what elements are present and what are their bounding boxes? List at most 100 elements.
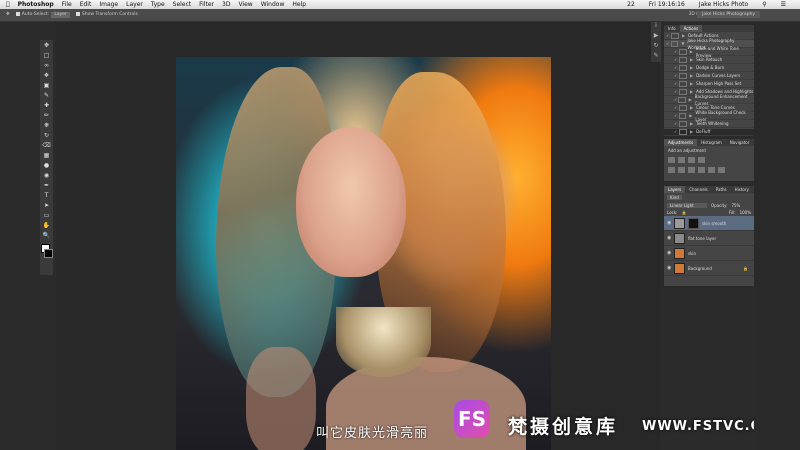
history-brush-tool-icon[interactable]: ↻ bbox=[40, 130, 53, 140]
color-balance-icon[interactable] bbox=[688, 167, 695, 173]
brightness-icon[interactable] bbox=[668, 157, 675, 163]
apple-icon[interactable]:  bbox=[6, 0, 10, 9]
menu-list-icon[interactable]: ☰ bbox=[781, 0, 786, 9]
layer-name[interactable]: flat tone layer bbox=[688, 236, 716, 241]
dialog-toggle-icon[interactable] bbox=[679, 72, 687, 79]
auto-select-checkbox[interactable] bbox=[15, 11, 20, 16]
move-tool-icon[interactable]: ✥ bbox=[40, 40, 53, 50]
exposure-icon[interactable] bbox=[698, 157, 705, 163]
zoom-tool-icon[interactable]: 🔍 bbox=[40, 230, 53, 240]
crop-tool-icon[interactable]: ▣ bbox=[40, 80, 53, 90]
collapsed-triangle-icon[interactable]: ▶ bbox=[690, 88, 693, 95]
menu-item-3d[interactable]: 3D bbox=[222, 0, 230, 9]
menu-item-window[interactable]: Window bbox=[261, 0, 285, 9]
layer-mask-thumbnail[interactable] bbox=[688, 217, 699, 229]
visibility-eye-icon[interactable]: ◉ bbox=[667, 220, 674, 226]
collapsed-triangle-icon[interactable]: ▶ bbox=[690, 128, 693, 135]
layers-tab-layers[interactable]: Layers bbox=[664, 186, 686, 193]
color-swatches[interactable] bbox=[40, 244, 53, 260]
adjustments-tab-histogram[interactable]: Histogram bbox=[697, 139, 726, 146]
dialog-toggle-icon[interactable] bbox=[679, 80, 687, 87]
lock-icon[interactable]: 🔒 bbox=[681, 210, 686, 215]
hue-saturation-icon[interactable] bbox=[678, 167, 685, 173]
layer-name[interactable]: skin smooth bbox=[702, 221, 726, 226]
collapsed-triangle-icon[interactable]: ▶ bbox=[690, 120, 693, 127]
action-item[interactable]: ✓ ▶ DeFluff bbox=[664, 128, 754, 136]
dialog-toggle-icon[interactable] bbox=[679, 128, 687, 135]
actions-tab-actions[interactable]: Actions bbox=[679, 25, 703, 32]
dialog-toggle-icon[interactable] bbox=[671, 32, 679, 39]
dialog-toggle-icon[interactable] bbox=[678, 48, 687, 55]
action-item[interactable]: ✓ ▶ Black and White Tone Preview bbox=[664, 46, 754, 58]
dialog-toggle-icon[interactable] bbox=[678, 112, 687, 119]
filter-kind-dropdown[interactable]: Kind bbox=[667, 195, 682, 200]
action-item[interactable]: ✓ ▶ Background Enhancement Curves bbox=[664, 94, 754, 106]
dialog-toggle-icon[interactable] bbox=[679, 56, 687, 63]
dialog-toggle-icon[interactable] bbox=[670, 40, 679, 47]
lasso-tool-icon[interactable]: ∞ bbox=[40, 60, 53, 70]
healing-tool-icon[interactable]: ✚ bbox=[40, 100, 53, 110]
menu-item-type[interactable]: Type bbox=[151, 0, 165, 9]
eraser-tool-icon[interactable]: ⌫ bbox=[40, 140, 53, 150]
visibility-eye-icon[interactable]: ◉ bbox=[667, 250, 674, 256]
quick-select-tool-icon[interactable]: ❖ bbox=[40, 70, 53, 80]
search-icon[interactable]: ⚲ bbox=[762, 0, 766, 9]
blend-mode-dropdown[interactable]: Linear Light bbox=[667, 203, 707, 208]
gradient-tool-icon[interactable]: ▦ bbox=[40, 150, 53, 160]
collapsed-triangle-icon[interactable]: ▶ bbox=[690, 64, 693, 71]
blur-tool-icon[interactable]: ● bbox=[40, 160, 53, 170]
collapsed-triangle-icon[interactable]: ▶ bbox=[690, 72, 693, 79]
collapsed-triangle-icon[interactable]: ▶ bbox=[690, 56, 693, 63]
visibility-eye-icon[interactable]: ◉ bbox=[667, 265, 674, 271]
marquee-tool-icon[interactable]: □ bbox=[40, 50, 53, 60]
menu-item-select[interactable]: Select bbox=[173, 0, 192, 9]
levels-icon[interactable] bbox=[678, 157, 685, 163]
dialog-toggle-icon[interactable] bbox=[679, 120, 687, 127]
collapsed-triangle-icon[interactable]: ▶ bbox=[690, 104, 693, 111]
menu-item-image[interactable]: Image bbox=[99, 0, 118, 9]
action-item[interactable]: ✓ ▶ White Background Check Layer bbox=[664, 110, 754, 122]
brush-panel-icon[interactable]: ✎ bbox=[651, 52, 661, 60]
collapsed-triangle-icon[interactable]: ▶ bbox=[690, 48, 693, 55]
menu-item-view[interactable]: View bbox=[238, 0, 252, 9]
clock[interactable]: Fri 19:16:16 bbox=[649, 0, 685, 9]
actions-panel-icon[interactable]: ▶ bbox=[651, 32, 661, 40]
adjustments-tab-adjustments[interactable]: Adjustments bbox=[664, 139, 698, 146]
collapsed-triangle-icon[interactable]: ▶ bbox=[690, 80, 693, 87]
layer-row[interactable]: ◉ skin bbox=[664, 246, 754, 261]
layer-name[interactable]: skin bbox=[688, 251, 696, 256]
layer-name[interactable]: Background bbox=[688, 266, 712, 271]
dialog-toggle-icon[interactable] bbox=[679, 64, 687, 71]
actions-tab-info[interactable]: Info bbox=[664, 25, 680, 32]
dodge-tool-icon[interactable]: ◉ bbox=[40, 170, 53, 180]
history-panel-icon[interactable]: ↻ bbox=[651, 42, 661, 50]
brush-tool-icon[interactable]: ✏ bbox=[40, 110, 53, 120]
layers-tab-paths[interactable]: Paths bbox=[712, 186, 731, 193]
menu-item-help[interactable]: Help bbox=[292, 0, 306, 9]
workspace-switcher[interactable]: Jake Hicks Photography bbox=[697, 11, 760, 18]
action-item[interactable]: ✓ ▶ Darken Curves Layers bbox=[664, 72, 754, 80]
curves-icon[interactable] bbox=[688, 157, 695, 163]
collapsed-triangle-icon[interactable]: ▶ bbox=[689, 112, 692, 119]
show-transform-checkbox[interactable] bbox=[75, 11, 80, 16]
vibrance-icon[interactable] bbox=[668, 167, 675, 173]
channel-mixer-icon[interactable] bbox=[718, 167, 725, 173]
expanded-triangle-icon[interactable]: ▼ bbox=[681, 40, 684, 47]
photo-filter-icon[interactable] bbox=[708, 167, 715, 173]
layers-tab-history[interactable]: History bbox=[731, 186, 753, 193]
menu-app-name[interactable]: Photoshop bbox=[18, 0, 54, 9]
collapsed-triangle-icon[interactable]: ▶ bbox=[682, 32, 685, 39]
opacity-value[interactable]: 75% bbox=[731, 203, 740, 208]
info-panel-icon[interactable]: i bbox=[651, 22, 661, 30]
hand-tool-icon[interactable]: ✋ bbox=[40, 220, 53, 230]
pen-tool-icon[interactable]: ✒ bbox=[40, 180, 53, 190]
layer-row[interactable]: ◉ skin smooth bbox=[664, 216, 754, 231]
user-name[interactable]: Jake Hicks Photo bbox=[699, 0, 748, 9]
auto-select-dropdown[interactable]: Layer bbox=[51, 12, 70, 18]
document-image[interactable] bbox=[176, 57, 551, 450]
move-tool-icon[interactable]: ✥ bbox=[6, 9, 10, 21]
adjustments-tab-navigator[interactable]: Navigator bbox=[726, 139, 754, 146]
collapsed-triangle-icon[interactable]: ▶ bbox=[689, 96, 692, 103]
battery-indicator[interactable]: 22 bbox=[627, 0, 635, 9]
menu-item-layer[interactable]: Layer bbox=[126, 0, 143, 9]
